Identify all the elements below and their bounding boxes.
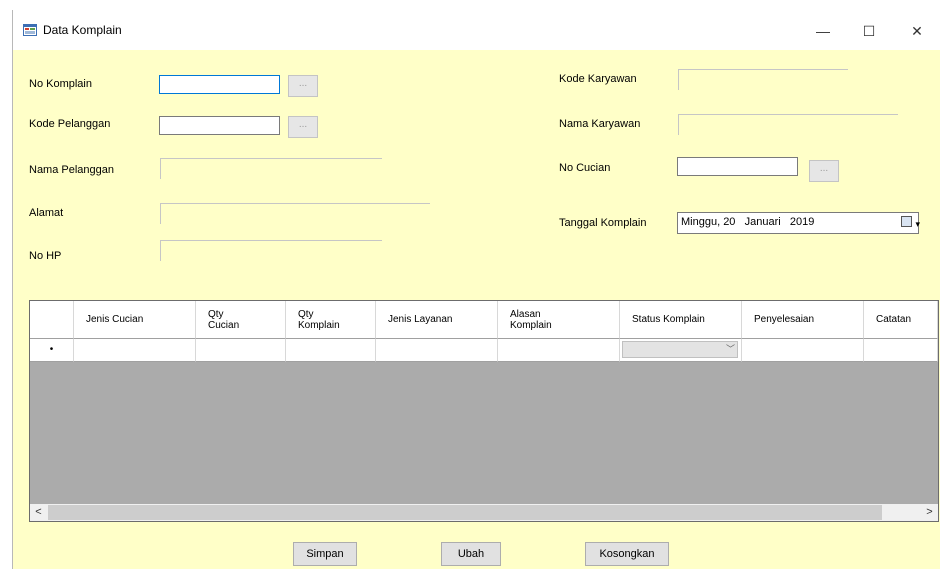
no-komplain-input[interactable] [159,75,280,94]
column-header-qty-komplain[interactable]: Qty Komplain [286,301,376,339]
cell-catatan[interactable] [864,339,938,362]
column-header-alasan-komplain[interactable]: Alasan Komplain [498,301,620,339]
cell-qty-cucian[interactable] [196,339,286,362]
column-header-status-komplain[interactable]: Status Komplain [620,301,742,339]
cell-qty-komplain[interactable] [286,339,376,362]
data-komplain-window: Data Komplain — ☐ ✕ No Komplain ... Kode… [12,10,940,569]
no-komplain-browse-button[interactable]: ... [288,75,318,97]
nama-pelanggan-field[interactable] [160,158,382,179]
chevron-down-icon[interactable]: ﹀ [726,342,735,355]
tanggal-komplain-label: Tanggal Komplain [559,217,647,229]
cell-penyelesaian[interactable] [742,339,864,362]
maximize-button[interactable]: ☐ [849,18,889,44]
nama-pelanggan-label: Nama Pelanggan [29,164,115,176]
column-header-jenis-cucian[interactable]: Jenis Cucian [74,301,196,339]
grid-header-row: Jenis Cucian Qty Cucian Qty Komplain Jen… [30,301,938,339]
kode-pelanggan-input[interactable] [159,116,280,135]
alamat-field[interactable] [160,203,430,224]
ubah-button[interactable]: Ubah [441,542,501,566]
tanggal-komplain-value: Minggu, 20 Januari 2019 [681,216,815,228]
no-hp-field[interactable] [160,240,382,261]
column-header-catatan[interactable]: Catatan [864,301,938,339]
alamat-label: Alamat [29,207,64,219]
column-header-qty-cucian[interactable]: Qty Cucian [196,301,286,339]
new-row-marker: • [30,339,74,362]
cell-jenis-layanan[interactable] [376,339,498,362]
close-button[interactable]: ✕ [897,18,937,44]
cell-status-komplain[interactable]: ﹀ [620,339,742,362]
cell-jenis-cucian[interactable] [74,339,196,362]
nama-karyawan-field[interactable] [678,114,898,135]
nama-karyawan-label: Nama Karyawan [559,118,641,130]
column-header-jenis-layanan[interactable]: Jenis Layanan [376,301,498,339]
horizontal-scrollbar[interactable]: < > [30,504,938,521]
no-cucian-input[interactable] [677,157,798,176]
simpan-button[interactable]: Simpan [293,542,357,566]
cell-alasan-komplain[interactable] [498,339,620,362]
kode-karyawan-label: Kode Karyawan [559,73,637,85]
window-title: Data Komplain [43,23,122,37]
scroll-left-button[interactable]: < [30,504,47,521]
kode-pelanggan-label: Kode Pelanggan [29,118,111,130]
kode-karyawan-field[interactable] [678,69,848,90]
calendar-icon[interactable]: ▾ [901,216,920,229]
komplain-data-grid[interactable]: Jenis Cucian Qty Cucian Qty Komplain Jen… [29,300,939,522]
row-header-corner [30,301,74,339]
minimize-button[interactable]: — [803,18,843,44]
no-hp-label: No HP [29,250,62,262]
grid-new-row[interactable]: • ﹀ [30,339,938,362]
tanggal-komplain-picker[interactable]: Minggu, 20 Januari 2019 ▾ [677,212,920,234]
form-icon [23,24,37,36]
kosongkan-button[interactable]: Kosongkan [585,542,669,566]
status-komplain-combobox[interactable]: ﹀ [622,341,738,358]
kode-pelanggan-browse-button[interactable]: ... [288,116,318,138]
no-cucian-label: No Cucian [559,162,611,174]
scroll-right-button[interactable]: > [921,504,938,521]
title-bar[interactable]: Data Komplain — ☐ ✕ [13,10,940,50]
scrollbar-thumb[interactable] [48,505,882,520]
no-komplain-label: No Komplain [29,78,92,90]
column-header-penyelesaian[interactable]: Penyelesaian [742,301,864,339]
no-cucian-browse-button[interactable]: ... [809,160,839,182]
